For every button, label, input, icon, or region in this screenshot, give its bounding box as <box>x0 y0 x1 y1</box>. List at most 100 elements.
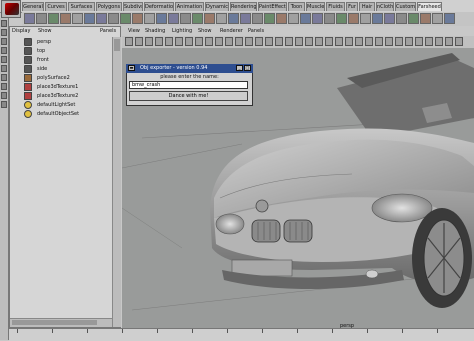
viewport-tool-icon[interactable] <box>355 37 363 46</box>
shelf-tab-farsheed[interactable]: Farsheed <box>417 2 442 11</box>
viewport-tool-icon[interactable] <box>165 37 173 46</box>
dance-with-me-button[interactable]: Dance with me! <box>129 91 248 101</box>
toolbox-tool-icon[interactable] <box>1 101 7 108</box>
minimize-icon[interactable]: _ <box>236 65 243 71</box>
viewport-tool-icon[interactable] <box>255 37 263 46</box>
viewport-tool-icon[interactable] <box>455 37 463 46</box>
shelf-tab-toon[interactable]: Toon <box>288 2 305 11</box>
shelf-tool-icon[interactable] <box>396 13 407 24</box>
shelf-tool-icon[interactable] <box>324 13 335 24</box>
viewport-tool-icon[interactable] <box>155 37 163 46</box>
viewport-tool-icon[interactable] <box>265 37 273 46</box>
shelf-tab-painteffects[interactable]: PaintEffects <box>258 2 287 11</box>
shelf-tool-icon[interactable] <box>312 13 323 24</box>
shelf-tool-icon[interactable] <box>360 13 371 24</box>
shelf-tool-icon[interactable] <box>228 13 239 24</box>
shelf-tab-animation[interactable]: Animation <box>175 2 204 11</box>
toolbox-tool-icon[interactable] <box>1 47 7 54</box>
shelf-tool-icon[interactable] <box>108 13 119 24</box>
toolbox-tool-icon[interactable] <box>1 20 7 27</box>
viewport-tool-icon[interactable] <box>375 37 383 46</box>
maximize-icon[interactable]: □ <box>244 65 251 71</box>
shelf-tool-icon[interactable] <box>144 13 155 24</box>
shelf-tool-icon[interactable] <box>180 13 191 24</box>
outliner-vertical-scrollbar[interactable] <box>112 37 121 327</box>
toolbox-tool-icon[interactable] <box>1 65 7 72</box>
menu-panels[interactable]: Panels <box>100 28 116 34</box>
toolbox-tool-icon[interactable] <box>1 83 7 90</box>
shelf-tool-icon[interactable] <box>372 13 383 24</box>
outliner-item[interactable]: side <box>11 65 121 73</box>
shelf-tool-icon[interactable] <box>420 13 431 24</box>
viewport-tool-icon[interactable] <box>315 37 323 46</box>
toolbox-tool-icon[interactable] <box>1 38 7 45</box>
menu-view[interactable]: View <box>128 28 140 34</box>
viewport-tool-icon[interactable] <box>325 37 333 46</box>
menu-shading[interactable]: Shading <box>145 28 165 34</box>
shelf-tab-polygons[interactable]: Polygons <box>96 2 122 11</box>
shelf-tool-icon[interactable] <box>276 13 287 24</box>
viewport-tool-icon[interactable] <box>195 37 203 46</box>
viewport-tool-icon[interactable] <box>345 37 353 46</box>
shelf-tab-deformation[interactable]: Deformation <box>144 2 174 11</box>
viewport-tool-icon[interactable] <box>145 37 153 46</box>
outliner-item[interactable]: place3dTexture2 <box>11 92 121 100</box>
viewport-tool-icon[interactable] <box>215 37 223 46</box>
shelf-tool-icon[interactable] <box>384 13 395 24</box>
dialog-title-bar[interactable]: ▬ Obj exporter - version 0.94 _ □ <box>126 64 253 73</box>
shelf-tool-icon[interactable] <box>192 13 203 24</box>
viewport-tool-icon[interactable] <box>295 37 303 46</box>
viewport-tool-icon[interactable] <box>405 37 413 46</box>
viewport-tool-icon[interactable] <box>365 37 373 46</box>
viewport-tool-icon[interactable] <box>415 37 423 46</box>
viewport-tool-icon[interactable] <box>305 37 313 46</box>
shelf-tab-surfaces[interactable]: Surfaces <box>68 2 95 11</box>
viewport-tool-icon[interactable] <box>235 37 243 46</box>
shelf-tool-icon[interactable] <box>444 13 455 24</box>
menu-show[interactable]: Show <box>198 28 212 34</box>
viewport-tool-icon[interactable] <box>135 37 143 46</box>
viewport-tool-icon[interactable] <box>425 37 433 46</box>
viewport-tool-icon[interactable] <box>225 37 233 46</box>
menu-renderer[interactable]: Renderer <box>220 28 243 34</box>
viewport-tool-icon[interactable] <box>445 37 453 46</box>
shelf-tab-dynamics[interactable]: Dynamics <box>205 2 229 11</box>
shelf-tab-ncloth[interactable]: nCloth <box>376 2 394 11</box>
outliner-item[interactable]: persp <box>11 38 121 46</box>
toolbox-tool-icon[interactable] <box>1 74 7 81</box>
shelf-tool-icon[interactable] <box>216 13 227 24</box>
shelf-tool-icon[interactable] <box>168 13 179 24</box>
shelf-tool-icon[interactable] <box>36 13 47 24</box>
viewport-tool-icon[interactable] <box>285 37 293 46</box>
menu-display[interactable]: Display <box>12 28 30 34</box>
shelf-tool-icon[interactable] <box>132 13 143 24</box>
shelf-tab-fur[interactable]: Fur <box>346 2 358 11</box>
shelf-tool-icon[interactable] <box>84 13 95 24</box>
window-menu-icon[interactable]: ▬ <box>128 65 135 71</box>
shelf-tab-subdivs[interactable]: Subdivs <box>123 2 143 11</box>
viewport-tool-icon[interactable] <box>205 37 213 46</box>
outliner-item[interactable]: front <box>11 56 121 64</box>
shelf-tool-icon[interactable] <box>432 13 443 24</box>
viewport-tool-icon[interactable] <box>175 37 183 46</box>
shelf-tool-icon[interactable] <box>252 13 263 24</box>
viewport-tool-icon[interactable] <box>335 37 343 46</box>
viewport-tool-icon[interactable] <box>245 37 253 46</box>
outliner-horizontal-scrollbar[interactable] <box>10 318 112 327</box>
outliner-item[interactable]: defaultObjectSet <box>11 110 121 118</box>
shelf-tool-icon[interactable] <box>264 13 275 24</box>
outliner-item[interactable]: top <box>11 47 121 55</box>
menu-show[interactable]: Show <box>38 28 52 34</box>
viewport-tool-icon[interactable] <box>275 37 283 46</box>
shelf-tool-icon[interactable] <box>348 13 359 24</box>
viewport-tool-icon[interactable] <box>395 37 403 46</box>
shelf-tool-icon[interactable] <box>96 13 107 24</box>
shelf-tool-icon[interactable] <box>156 13 167 24</box>
name-input[interactable] <box>129 81 248 89</box>
shelf-tab-hair[interactable]: Hair <box>359 2 375 11</box>
menu-lighting[interactable]: Lighting <box>172 28 192 34</box>
toolbox-tool-icon[interactable] <box>1 92 7 99</box>
outliner-item[interactable]: polySurface2 <box>11 74 121 82</box>
menu-panels[interactable]: Panels <box>248 28 264 34</box>
shelf-tool-icon[interactable] <box>120 13 131 24</box>
